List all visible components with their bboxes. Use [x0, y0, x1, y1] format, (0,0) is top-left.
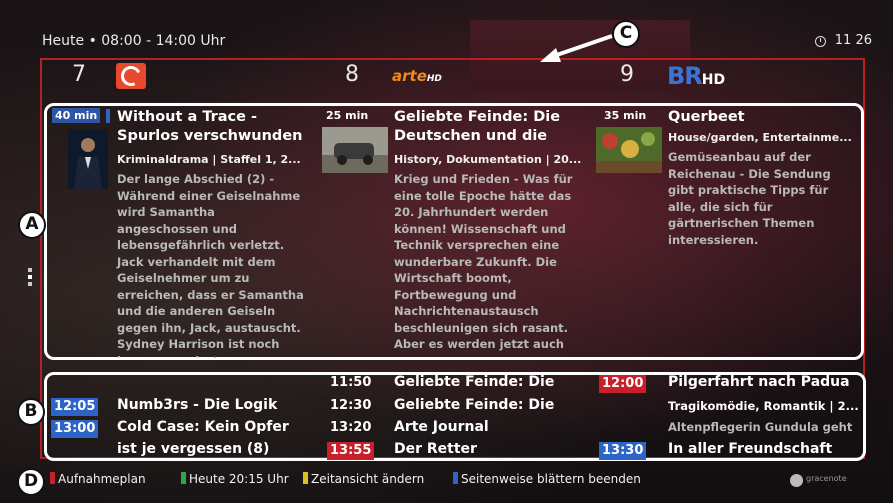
legend-yellow[interactable]: Zeitansicht ändern [303, 472, 424, 486]
legend-red[interactable]: Aufnahmeplan [50, 472, 146, 486]
callout-b: B [17, 398, 45, 426]
legend-blue[interactable]: Seitenweise blättern beenden [453, 472, 641, 486]
red-key-icon [50, 472, 55, 484]
callout-c: C [612, 20, 640, 48]
gracenote-logo: gracenote [790, 473, 850, 489]
callout-arrow [540, 34, 613, 62]
legend-green[interactable]: Heute 20:15 Uhr [181, 472, 289, 486]
callout-a: A [18, 211, 46, 239]
gracenote-icon [790, 474, 803, 487]
color-key-legend: Aufnahmeplan Heute 20:15 Uhr Zeitansicht… [0, 472, 893, 490]
tv-guide-screen: Heute • 08:00 - 14:00 Uhr 11 26 7 8 arte… [0, 0, 893, 503]
blue-key-icon [453, 472, 458, 484]
yellow-key-icon [303, 472, 308, 484]
green-key-icon [181, 472, 186, 484]
